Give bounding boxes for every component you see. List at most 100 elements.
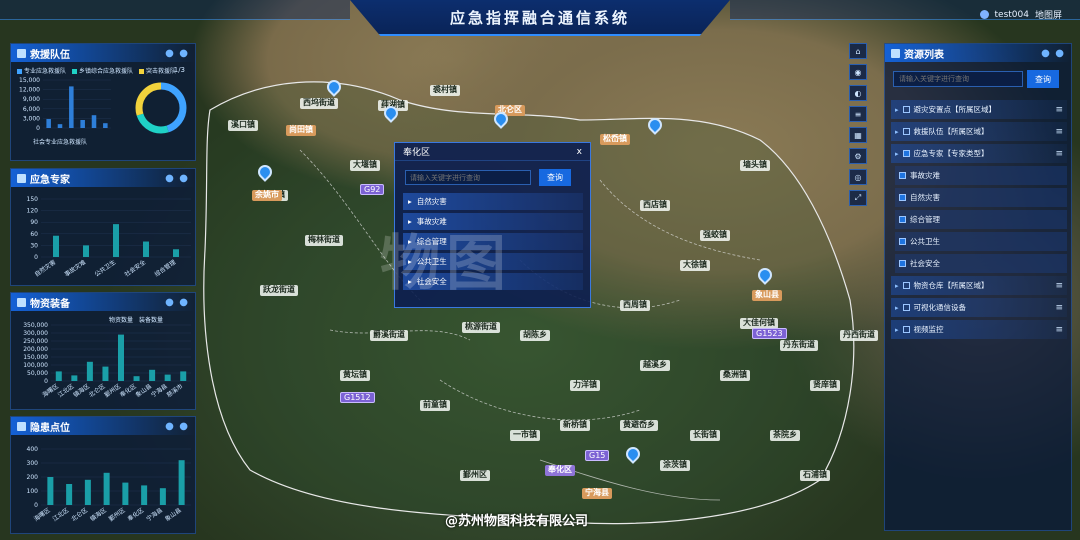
more-icon[interactable]: ● ● (165, 48, 189, 59)
menu-icon[interactable]: ≡ (1055, 303, 1063, 313)
map-place[interactable]: 象山县 (752, 290, 782, 301)
checkbox[interactable] (902, 282, 910, 289)
fullscreen-icon[interactable]: ⤢ (849, 190, 867, 206)
checkbox[interactable] (899, 260, 906, 267)
resource-item[interactable]: 综合管理 (895, 210, 1067, 229)
map-place[interactable]: 大堰镇 (350, 160, 380, 171)
checkbox[interactable] (902, 128, 910, 135)
gear-icon[interactable]: ⚙ (849, 148, 867, 164)
chevron-right-icon[interactable]: ▸ (895, 128, 899, 136)
menu-icon[interactable]: ≡ (1055, 105, 1063, 115)
resource-item[interactable]: 公共卫生 (895, 232, 1067, 251)
map-place[interactable]: 西坞街道 (300, 98, 338, 109)
map-place[interactable]: 丹东街道 (780, 340, 818, 351)
chevron-right-icon[interactable]: ▸ (895, 150, 899, 158)
resource-item[interactable]: ▸ 视频监控 ≡ (891, 320, 1067, 339)
chart-bar (47, 477, 54, 505)
menu-icon[interactable]: ≡ (1055, 281, 1063, 291)
resource-item[interactable]: ▸ 物资仓库【所属区域】 ≡ (891, 276, 1067, 295)
map-place[interactable]: 新桥镇 (560, 420, 590, 431)
map-place[interactable]: 涂茨镇 (660, 460, 690, 471)
checkbox[interactable] (899, 194, 906, 201)
road-tag: G92 (360, 184, 385, 195)
resource-item[interactable]: ▸ 可视化通信设备 ≡ (891, 298, 1067, 317)
chevron-right-icon[interactable]: ▸ (895, 282, 899, 290)
resource-item[interactable]: ▸ 应急专家【专家类型】 ≡ (891, 144, 1067, 163)
hazard-panel: 隐患点位 ● ● 400 300 200 100 0 海曙区 江北区 北仑区 镇海区 鄞州区 奉化区… (10, 416, 196, 534)
chevron-right-icon[interactable]: ▸ (895, 326, 899, 334)
map-place[interactable]: 丹西街道 (840, 330, 878, 341)
map-place[interactable]: 梅林街道 (305, 235, 343, 246)
resource-item[interactable]: 事故灾难 (895, 166, 1067, 185)
map-place[interactable]: 爵溪街道 (370, 330, 408, 341)
menu-icon[interactable]: ≡ (1055, 325, 1063, 335)
map-place[interactable]: 墙头镇 (740, 160, 770, 171)
map-place[interactable]: 贤庠镇 (810, 380, 840, 391)
more-icon[interactable]: ● ● (165, 421, 189, 432)
menu-icon[interactable]: ≡ (1055, 149, 1063, 159)
resource-item[interactable]: ▸ 避灾安置点【所属区域】 ≡ (891, 100, 1067, 119)
map-place[interactable]: 西店镇 (640, 200, 670, 211)
map-place[interactable]: 黄坛镇 (340, 370, 370, 381)
screen-menu[interactable]: 地图屏 (1035, 8, 1062, 21)
map-place[interactable]: 奉化区 (545, 465, 575, 476)
map-place[interactable]: 溪口镇 (228, 120, 258, 131)
map-place[interactable]: 茶院乡 (770, 430, 800, 441)
map-place[interactable]: 余姚市 (252, 190, 282, 201)
eye-icon[interactable]: ◉ (849, 64, 867, 80)
map-place[interactable]: 裘村镇 (430, 85, 460, 96)
resource-item-label: 避灾安置点【所属区域】 (913, 105, 997, 114)
popup-search-input[interactable] (405, 170, 531, 185)
map-place[interactable]: 松岙镇 (600, 134, 630, 145)
resource-item-label: 物资仓库【所属区域】 (913, 281, 989, 290)
resource-item[interactable]: ▸ 救援队伍【所属区域】 ≡ (891, 122, 1067, 141)
warehouse-icon (17, 297, 26, 307)
map-place[interactable]: 鄞州区 (460, 470, 490, 481)
map-place[interactable]: 越溪乡 (640, 360, 670, 371)
map-place[interactable]: 强蛟镇 (700, 230, 730, 241)
checkbox[interactable] (902, 304, 910, 311)
map-place[interactable]: 尚田镇 (286, 125, 316, 136)
map-place[interactable]: 一市镇 (510, 430, 540, 441)
close-icon[interactable]: x (577, 147, 582, 157)
target-icon[interactable]: ◎ (849, 169, 867, 185)
checkbox[interactable] (902, 106, 910, 113)
menu-icon[interactable]: ≡ (1055, 127, 1063, 137)
more-icon[interactable]: ● ● (1041, 48, 1065, 59)
chevron-right-icon[interactable]: ▸ (895, 304, 899, 312)
chevron-right-icon[interactable]: ▸ (895, 106, 899, 114)
popup-category-item[interactable]: ▸ 自然灾害 (403, 193, 583, 210)
map-place[interactable]: 石浦镇 (800, 470, 830, 481)
grid-icon[interactable]: ▦ (849, 127, 867, 143)
resource-search-input[interactable] (893, 71, 1023, 87)
more-icon[interactable]: ● ● (165, 173, 189, 184)
list-icon[interactable]: ≡ (849, 106, 867, 122)
map-place[interactable]: 宁海县 (582, 488, 612, 499)
map-place[interactable]: 前童镇 (420, 400, 450, 411)
checkbox[interactable] (899, 172, 906, 179)
chart-bar (164, 374, 171, 381)
checkbox[interactable] (899, 216, 906, 223)
popup-search-button[interactable]: 查询 (539, 169, 571, 186)
chart-bar (55, 371, 62, 381)
map-place[interactable]: 桃源街道 (462, 322, 500, 333)
map-place[interactable]: 大徐镇 (680, 260, 710, 271)
resource-search-button[interactable]: 查询 (1027, 70, 1059, 88)
checkbox[interactable] (902, 326, 910, 333)
map-place[interactable]: 西周镇 (620, 300, 650, 311)
checkbox[interactable] (902, 150, 910, 157)
map-place[interactable]: 跃龙街道 (260, 285, 298, 296)
map-place[interactable]: 长街镇 (690, 430, 720, 441)
resource-item[interactable]: 自然灾害 (895, 188, 1067, 207)
home-icon[interactable]: ⌂ (849, 43, 867, 59)
username[interactable]: test004 (995, 10, 1029, 20)
resource-item[interactable]: 社会安全 (895, 254, 1067, 273)
map-place[interactable]: 黄避岙乡 (620, 420, 658, 431)
map-place[interactable]: 桑洲镇 (720, 370, 750, 381)
checkbox[interactable] (899, 238, 906, 245)
layer-icon[interactable]: ◐ (849, 85, 867, 101)
user-area[interactable]: test004 地图屏 (979, 8, 1062, 21)
more-icon[interactable]: ● ● (165, 297, 189, 308)
map-place[interactable]: 力洋镇 (570, 380, 600, 391)
map-place[interactable]: 胡陈乡 (520, 330, 550, 341)
